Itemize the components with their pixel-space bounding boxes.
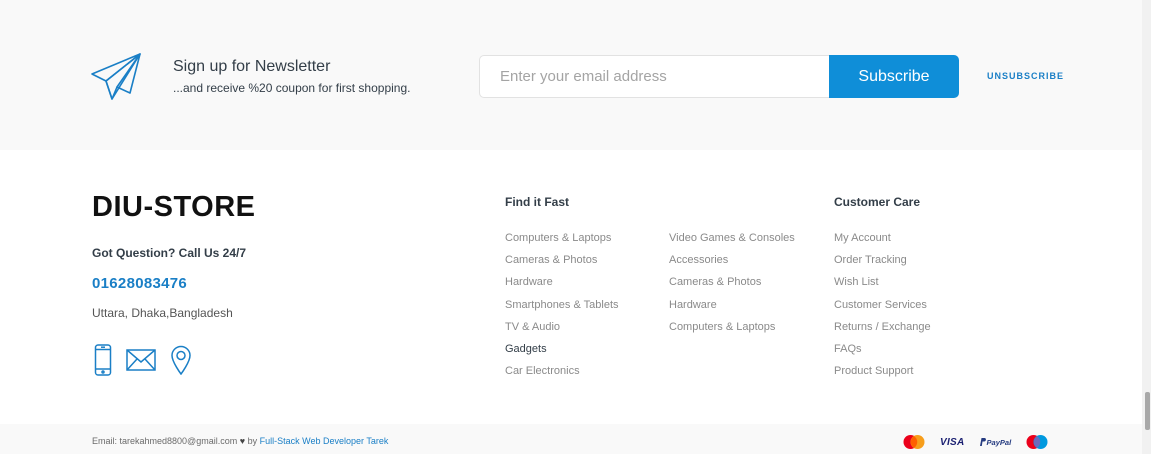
footer-link[interactable]: Cameras & Photos bbox=[669, 274, 795, 296]
phone-number[interactable]: 01628083476 bbox=[92, 275, 187, 292]
call-us-label: Got Question? Call Us 24/7 bbox=[92, 246, 247, 260]
newsletter-title: Sign up for Newsletter bbox=[173, 58, 331, 75]
footer-link[interactable]: Order Tracking bbox=[834, 252, 931, 274]
paypal-label: PayPal bbox=[986, 437, 1012, 447]
mobile-phone-icon[interactable] bbox=[94, 344, 112, 376]
scrollbar-thumb[interactable] bbox=[1145, 392, 1150, 430]
payment-methods: VISA PayPal bbox=[902, 434, 1049, 450]
footer-link[interactable]: Smartphones & Tablets bbox=[505, 297, 619, 319]
unsubscribe-link[interactable]: UNSUBSCRIBE bbox=[987, 71, 1064, 81]
footer-link[interactable]: Accessories bbox=[669, 252, 795, 274]
footer-link[interactable]: Car Electronics bbox=[505, 363, 619, 385]
footer-link[interactable]: Gadgets bbox=[505, 341, 619, 363]
footer-link[interactable]: Hardware bbox=[669, 297, 795, 319]
footer-link[interactable]: Wish List bbox=[834, 274, 931, 296]
location-pin-icon[interactable] bbox=[170, 345, 192, 375]
footer-link[interactable]: Cameras & Photos bbox=[505, 252, 619, 274]
customer-care-list: My Account Order Tracking Wish List Cust… bbox=[834, 230, 931, 385]
footer-link[interactable]: Returns / Exchange bbox=[834, 319, 931, 341]
email-input[interactable] bbox=[479, 55, 831, 98]
footer-link[interactable]: Video Games & Consoles bbox=[669, 230, 795, 252]
visa-icon: VISA bbox=[940, 436, 965, 448]
footer-link[interactable]: Customer Services bbox=[834, 297, 931, 319]
find-it-fast-list-1: Computers & Laptops Cameras & Photos Har… bbox=[505, 230, 619, 385]
maestro-icon bbox=[1025, 434, 1049, 450]
footer-link[interactable]: Product Support bbox=[834, 363, 931, 385]
footer-link[interactable]: TV & Audio bbox=[505, 319, 619, 341]
mastercard-icon bbox=[902, 434, 926, 450]
contact-icons bbox=[94, 344, 192, 376]
envelope-icon[interactable] bbox=[126, 349, 156, 371]
footer-link[interactable]: Computers & Laptops bbox=[669, 319, 795, 341]
scrollbar-track[interactable] bbox=[1142, 0, 1151, 454]
store-address: Uttara, Dhaka,Bangladesh bbox=[92, 306, 233, 320]
find-it-fast-heading: Find it Fast bbox=[505, 195, 569, 209]
by-label: by bbox=[247, 436, 258, 446]
footer-email: Email: tarekahmed8800@gmail.com bbox=[92, 436, 238, 446]
subscribe-button[interactable]: Subscribe bbox=[829, 55, 959, 98]
paper-plane-icon bbox=[91, 53, 141, 100]
find-it-fast-list-2: Video Games & Consoles Accessories Camer… bbox=[669, 230, 795, 341]
paypal-icon: PayPal bbox=[979, 437, 1012, 447]
footer-link[interactable]: Hardware bbox=[505, 274, 619, 296]
footer-link[interactable]: Computers & Laptops bbox=[505, 230, 619, 252]
store-logo[interactable]: DIU-STORE bbox=[92, 191, 255, 224]
newsletter-subtitle: ...and receive %20 coupon for first shop… bbox=[173, 81, 411, 95]
footer-link[interactable]: My Account bbox=[834, 230, 931, 252]
customer-care-heading: Customer Care bbox=[834, 195, 921, 209]
heart-icon: ♥ bbox=[239, 436, 246, 446]
developer-link[interactable]: Full-Stack Web Developer Tarek bbox=[260, 436, 389, 446]
footer-link[interactable]: FAQs bbox=[834, 341, 931, 363]
footer-credit: Email: tarekahmed8800@gmail.com ♥ by Ful… bbox=[92, 436, 388, 446]
